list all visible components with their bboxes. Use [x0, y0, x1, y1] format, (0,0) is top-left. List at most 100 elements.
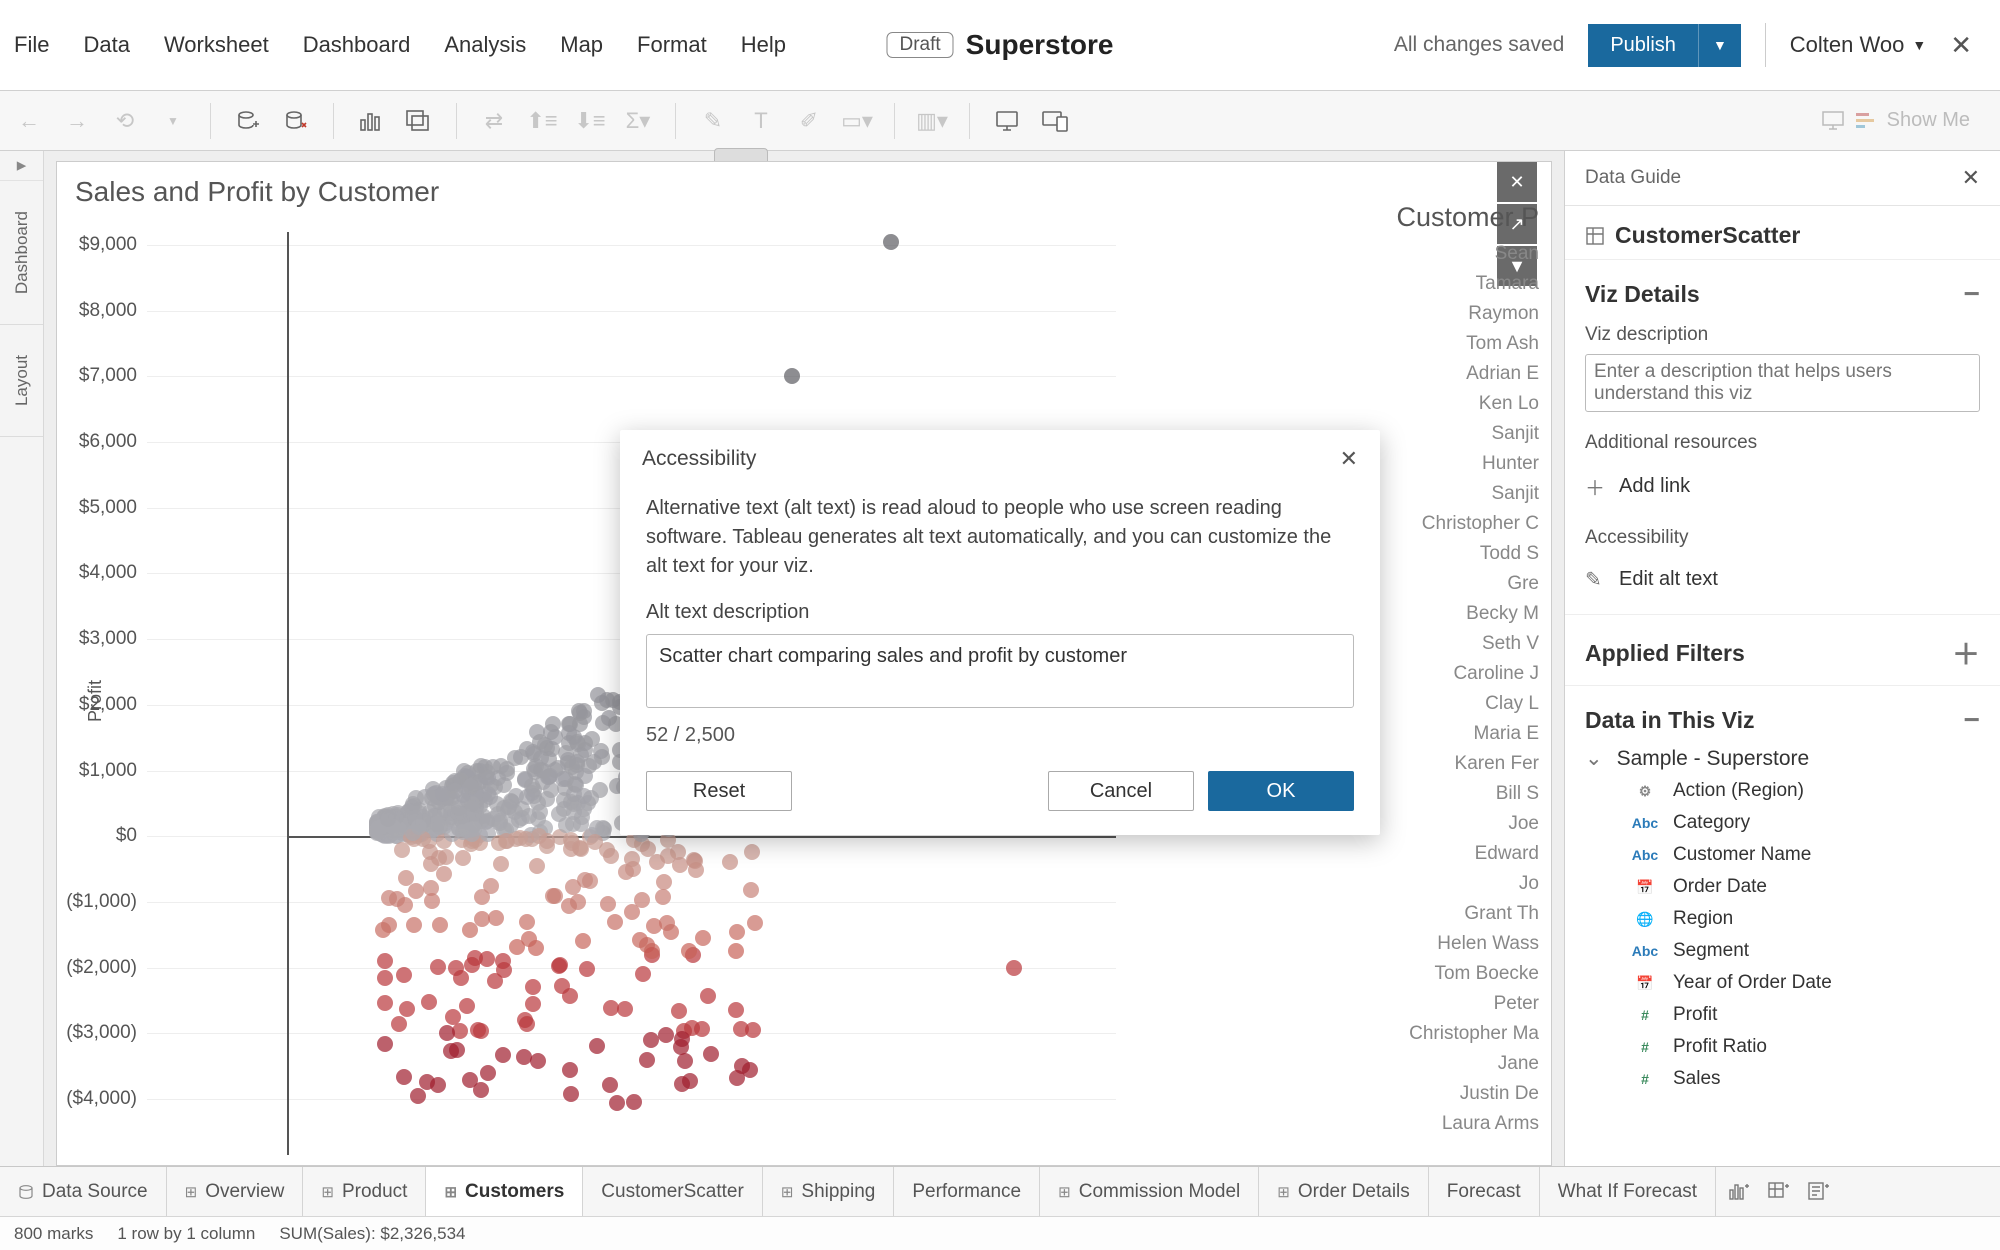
data-point[interactable]	[700, 988, 716, 1004]
data-point[interactable]	[577, 768, 593, 784]
sheet-tab[interactable]: CustomerScatter	[583, 1167, 763, 1216]
data-point[interactable]	[462, 1072, 478, 1088]
field-row[interactable]: AbcCategory	[1585, 807, 1980, 839]
new-dashboard-icon[interactable]	[1768, 1182, 1790, 1202]
rail-expand-icon[interactable]: ▸	[0, 151, 43, 181]
data-point[interactable]	[539, 838, 555, 854]
data-point[interactable]	[406, 917, 422, 933]
field-row[interactable]: AbcSegment	[1585, 935, 1980, 967]
data-point[interactable]	[474, 889, 490, 905]
sheet-tab[interactable]: ⊞Order Details	[1259, 1167, 1429, 1216]
data-point[interactable]	[677, 1053, 693, 1069]
data-point[interactable]	[479, 764, 495, 780]
data-point[interactable]	[396, 967, 412, 983]
data-point[interactable]	[624, 904, 640, 920]
data-point[interactable]	[464, 957, 480, 973]
customer-list-item[interactable]: Adrian E	[1364, 359, 1539, 389]
data-point[interactable]	[391, 1016, 407, 1032]
add-link-button[interactable]: ＋Add link	[1585, 462, 1980, 511]
dialog-close-icon[interactable]: ✕	[1340, 446, 1358, 472]
data-point[interactable]	[455, 824, 471, 840]
customer-list-item[interactable]: Peter	[1364, 989, 1539, 1019]
pause-data-icon[interactable]	[279, 104, 313, 138]
panel-close-icon[interactable]: ✕	[1962, 165, 1980, 191]
data-point[interactable]	[488, 910, 504, 926]
data-point[interactable]	[566, 804, 582, 820]
customer-list-item[interactable]: Ken Lo	[1364, 389, 1539, 419]
data-point[interactable]	[381, 917, 397, 933]
data-point[interactable]	[529, 858, 545, 874]
tab-datasource[interactable]: Data Source	[0, 1167, 167, 1216]
data-point[interactable]	[643, 1032, 659, 1048]
data-point[interactable]	[644, 943, 660, 959]
data-point[interactable]	[728, 1002, 744, 1018]
data-point[interactable]	[380, 811, 396, 827]
data-point[interactable]	[656, 874, 672, 890]
cancel-button[interactable]: Cancel	[1048, 771, 1194, 811]
dropdown-icon[interactable]: ▼	[156, 104, 190, 138]
data-point[interactable]	[569, 754, 585, 770]
show-me-button[interactable]: Show Me	[1821, 109, 1988, 132]
sort-asc-icon[interactable]: ⬆≡	[525, 104, 559, 138]
data-point[interactable]	[424, 893, 440, 909]
data-point[interactable]	[436, 866, 452, 882]
collapse-icon[interactable]: −	[1964, 704, 1980, 736]
data-point[interactable]	[575, 933, 591, 949]
data-point[interactable]	[377, 953, 393, 969]
data-point[interactable]	[744, 844, 760, 860]
menu-dashboard[interactable]: Dashboard	[303, 32, 411, 58]
data-point[interactable]	[405, 825, 421, 841]
menu-data[interactable]: Data	[83, 32, 129, 58]
data-point[interactable]	[526, 746, 542, 762]
rail-tab-dashboard[interactable]: Dashboard	[12, 181, 32, 324]
data-point[interactable]	[694, 1021, 710, 1037]
customer-list-item[interactable]: Justin De	[1364, 1079, 1539, 1109]
section-applied-filters[interactable]: Applied Filters	[1585, 640, 1745, 667]
data-point[interactable]	[528, 940, 544, 956]
customer-list-item[interactable]: Edward	[1364, 839, 1539, 869]
data-point[interactable]	[459, 998, 475, 1014]
data-point[interactable]	[470, 1022, 486, 1038]
data-point[interactable]	[539, 791, 555, 807]
customer-list-item[interactable]: Laura Arms	[1364, 1109, 1539, 1139]
section-data-in-viz[interactable]: Data in This Viz	[1585, 707, 1755, 734]
data-point[interactable]	[530, 1053, 546, 1069]
field-row[interactable]: AbcCustomer Name	[1585, 839, 1980, 871]
data-point[interactable]	[509, 939, 525, 955]
customer-list-item[interactable]: Tom Ash	[1364, 329, 1539, 359]
customer-list-item[interactable]: Helen Wass	[1364, 929, 1539, 959]
data-point[interactable]	[593, 743, 609, 759]
edit-alt-text-button[interactable]: ✎Edit alt text	[1585, 557, 1980, 602]
field-row[interactable]: 📅Order Date	[1585, 871, 1980, 903]
field-row[interactable]: #Profit Ratio	[1585, 1031, 1980, 1063]
customer-list-item[interactable]: Maria E	[1364, 719, 1539, 749]
text-icon[interactable]: T	[744, 104, 778, 138]
menu-worksheet[interactable]: Worksheet	[164, 32, 269, 58]
customer-list-item[interactable]: Christopher C	[1364, 509, 1539, 539]
data-point[interactable]	[495, 1047, 511, 1063]
data-point[interactable]	[635, 966, 651, 982]
data-point[interactable]	[432, 819, 448, 835]
totals-icon[interactable]: Σ▾	[621, 104, 655, 138]
viz-description-input[interactable]	[1585, 354, 1980, 412]
data-point[interactable]	[565, 879, 581, 895]
data-point[interactable]	[695, 930, 711, 946]
customer-list-item[interactable]: Tom Boecke	[1364, 959, 1539, 989]
data-point[interactable]	[519, 789, 535, 805]
data-point[interactable]	[547, 729, 563, 745]
customer-list-item[interactable]: Sean	[1364, 239, 1539, 269]
data-point[interactable]	[455, 850, 471, 866]
undo-redo-icon[interactable]: ⟲	[108, 104, 142, 138]
field-row[interactable]: #Sales	[1585, 1063, 1980, 1095]
customer-list-item[interactable]: Seth V	[1364, 629, 1539, 659]
customer-list-item[interactable]: Tamara	[1364, 269, 1539, 299]
sheet-tab[interactable]: Performance	[894, 1167, 1040, 1216]
rail-tab-layout[interactable]: Layout	[12, 325, 32, 436]
collapse-icon[interactable]: −	[1964, 278, 1980, 310]
data-point[interactable]	[745, 1022, 761, 1038]
data-point[interactable]	[551, 958, 567, 974]
reset-button[interactable]: Reset	[646, 771, 792, 811]
menu-file[interactable]: File	[14, 32, 49, 58]
customer-list-item[interactable]: Bill S	[1364, 779, 1539, 809]
data-point[interactable]	[671, 1003, 687, 1019]
